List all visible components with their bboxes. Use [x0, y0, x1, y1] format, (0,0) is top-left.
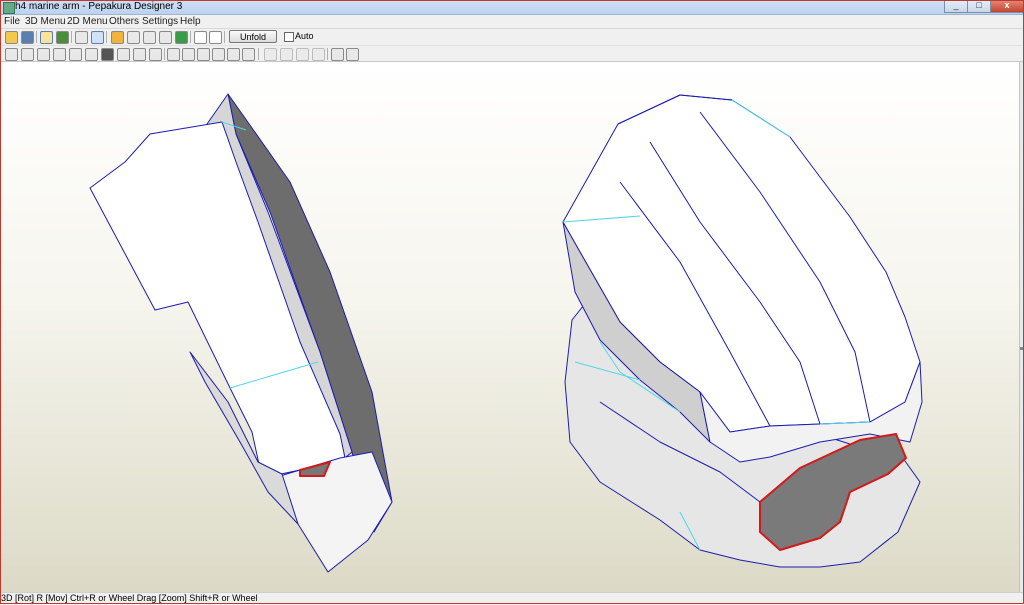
- window-icon[interactable]: [194, 31, 207, 44]
- image-icon[interactable]: [227, 48, 240, 61]
- status-text: 3D [Rot] R [Mov] Ctrl+R or Wheel Drag [Z…: [1, 593, 258, 603]
- status-bar: 3D [Rot] R [Mov] Ctrl+R or Wheel Drag [Z…: [0, 592, 1024, 605]
- cylinder-icon[interactable]: [127, 31, 140, 44]
- align-center-icon[interactable]: [280, 48, 293, 61]
- align-left-icon[interactable]: [264, 48, 277, 61]
- save-icon[interactable]: [21, 31, 34, 44]
- unfold-button[interactable]: Unfold: [229, 30, 277, 43]
- model-view[interactable]: [0, 62, 1019, 592]
- undo-icon[interactable]: [149, 48, 162, 61]
- toolbar-separator: [164, 48, 165, 60]
- panel-icon[interactable]: [209, 31, 222, 44]
- 3d-viewport[interactable]: [0, 62, 1019, 592]
- auto-checkbox[interactable]: [284, 32, 294, 42]
- scale-icon[interactable]: [159, 31, 172, 44]
- menu-3d[interactable]: 3D Menu: [25, 16, 66, 27]
- fit-icon[interactable]: [346, 48, 359, 61]
- menu-bar: File 3D Menu 2D Menu Others Settings Hel…: [0, 15, 1024, 29]
- rotate-part-icon[interactable]: [53, 48, 66, 61]
- toolbar-separator: [36, 31, 37, 43]
- window-title: h4 marine arm - Pepakura Designer 3: [15, 1, 183, 12]
- flap-icon[interactable]: [85, 48, 98, 61]
- color-icon[interactable]: [175, 31, 188, 44]
- main-toolbar: Unfold Auto: [0, 29, 1024, 46]
- minimize-button[interactable]: _: [944, 0, 968, 13]
- menu-help[interactable]: Help: [180, 16, 201, 27]
- menu-settings[interactable]: Settings: [142, 16, 178, 27]
- scrollbar-thumb[interactable]: [1020, 347, 1024, 350]
- anchor-icon[interactable]: [143, 31, 156, 44]
- align-bottom-icon[interactable]: [312, 48, 325, 61]
- rotate-icon[interactable]: [182, 48, 195, 61]
- menu-2d[interactable]: 2D Menu: [67, 16, 108, 27]
- pencil-icon[interactable]: [111, 31, 124, 44]
- link-icon[interactable]: [133, 48, 146, 61]
- page-icon[interactable]: [197, 48, 210, 61]
- toolbar-separator: [327, 48, 328, 60]
- crop-icon[interactable]: [212, 48, 225, 61]
- fill-icon[interactable]: [101, 48, 114, 61]
- texture-icon[interactable]: [56, 31, 69, 44]
- align-top-icon[interactable]: [296, 48, 309, 61]
- move-icon[interactable]: [167, 48, 180, 61]
- toolbar-separator: [258, 48, 259, 60]
- app-icon: [3, 2, 15, 14]
- zoom-icon[interactable]: [331, 48, 344, 61]
- toolbar-separator: [106, 31, 107, 43]
- edge-view-icon[interactable]: [91, 31, 104, 44]
- maximize-button[interactable]: □: [967, 0, 991, 13]
- auto-label: Auto: [295, 31, 314, 41]
- toolbar-separator: [190, 31, 191, 43]
- join-icon[interactable]: [21, 48, 34, 61]
- cube-icon[interactable]: [75, 31, 88, 44]
- select-icon[interactable]: [5, 48, 18, 61]
- menu-others[interactable]: Others: [109, 16, 139, 27]
- vertical-scrollbar[interactable]: [1019, 62, 1024, 592]
- menu-file[interactable]: File: [4, 16, 20, 27]
- shading-icon[interactable]: [40, 31, 53, 44]
- toolbar-separator: [71, 31, 72, 43]
- layout-icon[interactable]: [242, 48, 255, 61]
- close-button[interactable]: x: [990, 0, 1024, 13]
- title-bar: h4 marine arm - Pepakura Designer 3 _ □ …: [0, 0, 1024, 15]
- text-icon[interactable]: [117, 48, 130, 61]
- toolbar-separator: [224, 31, 225, 43]
- edit-toolbar: [0, 46, 1024, 62]
- open-icon[interactable]: [5, 31, 18, 44]
- table-icon[interactable]: [37, 48, 50, 61]
- grid-icon[interactable]: [69, 48, 82, 61]
